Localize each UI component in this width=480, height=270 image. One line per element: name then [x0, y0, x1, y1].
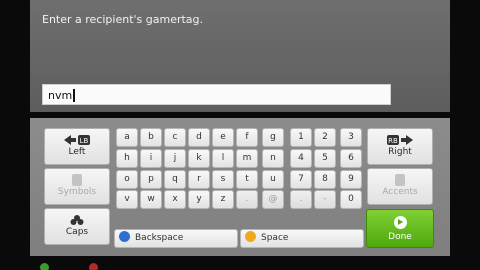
- controller-hints: [40, 263, 138, 270]
- caps-key-label: Caps: [65, 227, 89, 237]
- rb-arrow-right-icon: RB: [387, 135, 413, 145]
- key-0-4[interactable]: e: [212, 128, 234, 147]
- key-3-1[interactable]: w: [140, 190, 162, 209]
- done-button-label: Done: [388, 232, 412, 242]
- done-button[interactable]: Done: [366, 209, 434, 248]
- left-key[interactable]: LB Left: [44, 128, 110, 165]
- key-3-8[interactable]: -: [314, 190, 336, 209]
- key-2-3[interactable]: r: [188, 170, 210, 189]
- key-2-8[interactable]: 8: [314, 170, 336, 189]
- space-button[interactable]: Space: [240, 229, 364, 248]
- key-1-5[interactable]: m: [236, 149, 258, 168]
- key-0-7[interactable]: 1: [290, 128, 312, 147]
- b-hint-icon: [89, 263, 98, 270]
- key-0-9[interactable]: 3: [340, 128, 362, 147]
- key-2-4[interactable]: s: [212, 170, 234, 189]
- key-3-6[interactable]: @: [262, 190, 284, 209]
- key-2-9[interactable]: 9: [340, 170, 362, 189]
- key-1-9[interactable]: 6: [340, 149, 362, 168]
- key-1-8[interactable]: 5: [314, 149, 336, 168]
- x-button-icon: [119, 231, 130, 242]
- svg-text:LB: LB: [80, 137, 89, 145]
- key-1-2[interactable]: j: [164, 149, 186, 168]
- accents-key[interactable]: Accents: [367, 168, 433, 205]
- backspace-button[interactable]: Backspace: [114, 229, 238, 248]
- key-1-6[interactable]: n: [262, 149, 284, 168]
- key-0-1[interactable]: b: [140, 128, 162, 147]
- key-2-1[interactable]: p: [140, 170, 162, 189]
- key-0-5[interactable]: f: [236, 128, 258, 147]
- accents-icon: [395, 174, 405, 186]
- key-3-5[interactable]: .: [236, 190, 258, 209]
- key-3-3[interactable]: y: [188, 190, 210, 209]
- key-2-2[interactable]: q: [164, 170, 186, 189]
- key-3-0[interactable]: v: [116, 190, 138, 209]
- backspace-label: Backspace: [135, 233, 184, 243]
- prompt-text: Enter a recipient's gamertag.: [42, 13, 204, 26]
- arrow-left-lb-icon: LB: [64, 135, 90, 145]
- caps-key[interactable]: Caps: [44, 208, 110, 245]
- space-label: Space: [261, 233, 289, 243]
- key-1-1[interactable]: i: [140, 149, 162, 168]
- key-3-7[interactable]: .: [290, 190, 312, 209]
- key-0-6[interactable]: g: [262, 128, 284, 147]
- key-0-3[interactable]: d: [188, 128, 210, 147]
- a-hint-icon: [40, 263, 49, 270]
- key-1-0[interactable]: h: [116, 149, 138, 168]
- gamertag-input[interactable]: nvm: [42, 84, 391, 105]
- key-0-2[interactable]: c: [164, 128, 186, 147]
- key-2-5[interactable]: t: [236, 170, 258, 189]
- key-1-3[interactable]: k: [188, 149, 210, 168]
- symbols-key-label: Symbols: [57, 187, 97, 197]
- key-1-4[interactable]: l: [212, 149, 234, 168]
- right-key[interactable]: RB Right: [367, 128, 433, 165]
- key-0-8[interactable]: 2: [314, 128, 336, 147]
- key-1-7[interactable]: 4: [290, 149, 312, 168]
- key-0-0[interactable]: a: [116, 128, 138, 147]
- key-2-0[interactable]: o: [116, 170, 138, 189]
- right-key-label: Right: [388, 147, 412, 157]
- key-2-7[interactable]: 7: [290, 170, 312, 189]
- svg-text:RB: RB: [388, 137, 398, 145]
- left-key-label: Left: [68, 147, 86, 157]
- text-caret: [73, 88, 76, 102]
- key-3-2[interactable]: x: [164, 190, 186, 209]
- key-3-9[interactable]: 0: [340, 190, 362, 209]
- symbols-icon: [72, 174, 82, 186]
- key-3-4[interactable]: z: [212, 190, 234, 209]
- gamertag-input-value: nvm: [48, 88, 73, 102]
- caps-icon: [70, 215, 84, 225]
- y-button-icon: [245, 231, 256, 242]
- key-2-6[interactable]: u: [262, 170, 284, 189]
- symbols-key[interactable]: Symbols: [44, 168, 110, 205]
- accents-key-label: Accents: [382, 187, 418, 197]
- a-button-icon: [393, 216, 407, 229]
